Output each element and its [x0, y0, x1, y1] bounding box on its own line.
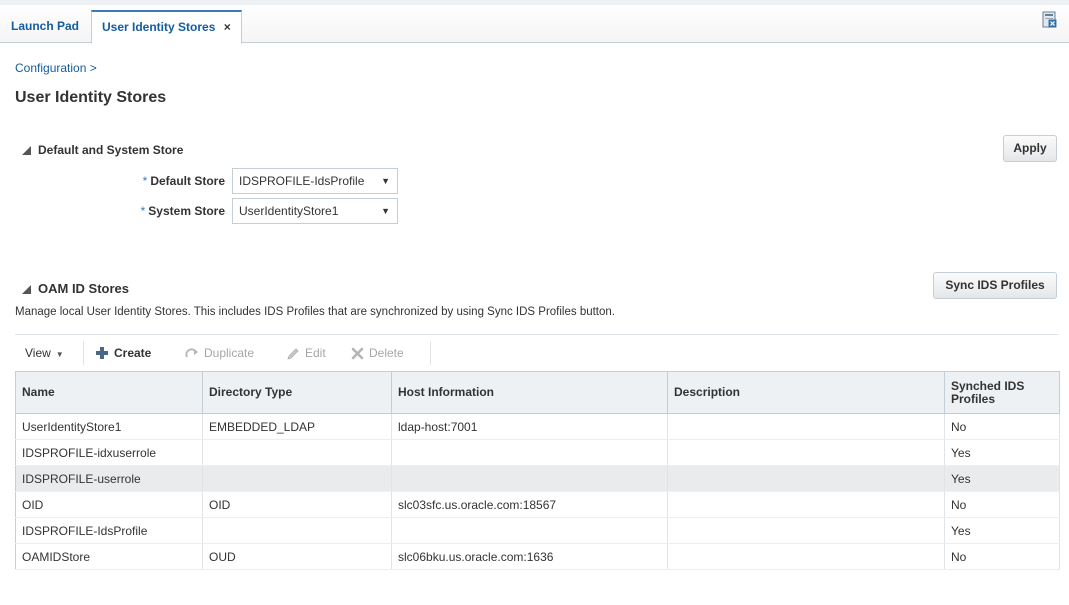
cell-description [667, 413, 945, 440]
tab-launch-pad[interactable]: Launch Pad [1, 11, 89, 43]
column-header-name[interactable]: Name [15, 371, 203, 414]
cell-host-information [391, 517, 668, 544]
tab-user-identity-stores[interactable]: User Identity Stores × [91, 10, 242, 44]
delete-button[interactable]: Delete [351, 343, 404, 363]
default-store-value: IDSPROFILE-IdsProfile [239, 174, 365, 188]
section-oam-id-stores-title: OAM ID Stores [38, 281, 130, 296]
chevron-down-icon[interactable]: ▼ [381, 169, 390, 193]
page-title: User Identity Stores [15, 89, 167, 106]
view-menu-label: View [25, 346, 51, 360]
duplicate-button[interactable]: Duplicate [185, 343, 254, 363]
edit-button-label: Edit [305, 346, 326, 360]
system-store-label-text: System Store [148, 204, 225, 218]
plus-icon [96, 347, 108, 359]
default-store-label-text: Default Store [150, 174, 225, 188]
delete-x-icon [351, 347, 364, 360]
cell-directory-type: EMBEDDED_LDAP [202, 413, 392, 440]
tab-strip-top-line [0, 0, 1069, 5]
cell-name: OAMIDStore [15, 543, 203, 570]
section-help-text: Manage local User Identity Stores. This … [15, 306, 615, 318]
table-header-row: Name Directory Type Host Information Des… [15, 371, 1060, 414]
system-store-select[interactable]: UserIdentityStore1 ▼ [232, 198, 398, 224]
default-store-label: * Default Store [143, 174, 225, 188]
cell-host-information: slc03sfc.us.oracle.com:18567 [391, 491, 668, 518]
table-row[interactable]: IDSPROFILE-IdsProfile Yes [15, 517, 1060, 544]
table-row[interactable]: OID OID slc03sfc.us.oracle.com:18567 No [15, 491, 1060, 518]
cell-description [667, 491, 945, 518]
system-store-label: * System Store [141, 204, 225, 218]
table-row-selected[interactable]: IDSPROFILE-userrole Yes [15, 465, 1060, 492]
default-store-select[interactable]: IDSPROFILE-IdsProfile ▼ [232, 168, 398, 194]
duplicate-icon [185, 348, 198, 358]
cell-host-information: slc06bku.us.oracle.com:1636 [391, 543, 668, 570]
cell-host-information [391, 439, 668, 466]
cell-name: IDSPROFILE-userrole [15, 465, 203, 492]
toolbar-separator [83, 341, 84, 365]
tab-close-icon[interactable]: × [224, 20, 231, 34]
cell-directory-type [202, 517, 392, 544]
collapse-triangle-icon[interactable] [22, 285, 31, 294]
cell-description [667, 439, 945, 466]
cell-synched: Yes [944, 465, 1060, 492]
column-header-directory-type[interactable]: Directory Type [202, 371, 392, 414]
cell-description [667, 517, 945, 544]
table-toolbar: View ▼ Create Duplicate Edit Delete [15, 334, 1059, 371]
cell-synched: Yes [944, 439, 1060, 466]
cell-host-information: ldap-host:7001 [391, 413, 668, 440]
cell-synched: No [944, 491, 1060, 518]
table-row[interactable]: OAMIDStore OUD slc06bku.us.oracle.com:16… [15, 543, 1060, 570]
cell-name: OID [15, 491, 203, 518]
help-page-icon[interactable] [1042, 11, 1057, 28]
chevron-down-icon[interactable]: ▼ [381, 199, 390, 223]
collapse-triangle-icon[interactable] [22, 146, 31, 155]
cell-directory-type: OID [202, 491, 392, 518]
column-header-description[interactable]: Description [667, 371, 945, 414]
table-row[interactable]: UserIdentityStore1 EMBEDDED_LDAP ldap-ho… [15, 413, 1060, 440]
create-button[interactable]: Create [95, 343, 151, 363]
cell-directory-type [202, 439, 392, 466]
id-stores-table: Name Directory Type Host Information Des… [15, 371, 1060, 570]
pencil-icon [287, 348, 299, 360]
cell-name: UserIdentityStore1 [15, 413, 203, 440]
column-header-host-information[interactable]: Host Information [391, 371, 668, 414]
tab-strip: Launch Pad User Identity Stores × [0, 0, 1069, 44]
tab-user-identity-stores-label: User Identity Stores [102, 20, 216, 34]
view-menu[interactable]: View ▼ [25, 343, 64, 363]
table-row[interactable]: IDSPROFILE-idxuserrole Yes [15, 439, 1060, 466]
cell-synched: No [944, 543, 1060, 570]
tab-launch-pad-label: Launch Pad [11, 19, 80, 33]
cell-synched: No [944, 413, 1060, 440]
toolbar-separator [430, 341, 431, 365]
delete-button-label: Delete [369, 346, 404, 360]
cell-description [667, 465, 945, 492]
apply-button[interactable]: Apply [1003, 135, 1057, 162]
column-header-synched-ids-profiles[interactable]: Synched IDS Profiles [944, 371, 1060, 414]
required-asterisk: * [142, 174, 148, 188]
cell-directory-type [202, 465, 392, 492]
cell-name: IDSPROFILE-IdsProfile [15, 517, 203, 544]
cell-directory-type: OUD [202, 543, 392, 570]
breadcrumb[interactable]: Configuration > [15, 61, 97, 75]
duplicate-button-label: Duplicate [204, 346, 255, 360]
chevron-down-icon: ▼ [55, 350, 64, 359]
cell-synched: Yes [944, 517, 1060, 544]
create-button-label: Create [114, 346, 152, 360]
section-oam-id-stores[interactable]: OAM ID Stores [22, 281, 129, 296]
required-asterisk: * [140, 204, 146, 218]
cell-description [667, 543, 945, 570]
cell-host-information [391, 465, 668, 492]
edit-button[interactable]: Edit [287, 343, 326, 363]
sync-ids-profiles-button[interactable]: Sync IDS Profiles [933, 272, 1057, 299]
system-store-value: UserIdentityStore1 [239, 204, 339, 218]
cell-name: IDSPROFILE-idxuserrole [15, 439, 203, 466]
section-default-system-store-title: Default and System Store [38, 143, 184, 157]
section-default-system-store[interactable]: Default and System Store [22, 143, 183, 157]
